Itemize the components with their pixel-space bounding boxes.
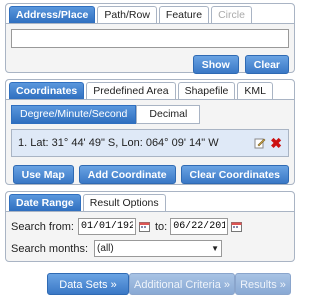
results-button[interactable]: Results »: [235, 273, 291, 295]
tab-result-options[interactable]: Result Options: [82, 194, 166, 211]
tab-shapefile[interactable]: Shapefile: [177, 82, 236, 99]
to-date-input[interactable]: [170, 218, 229, 235]
tab-circle: Circle: [211, 6, 252, 23]
add-coordinate-button[interactable]: Add Coordinate: [78, 165, 176, 184]
search-buttons: Show Clear: [11, 55, 289, 74]
coordinates-panel: Coordinates Predefined Area Shapefile KM…: [5, 79, 295, 185]
format-tabs: Degree/Minute/Second Decimal: [11, 105, 289, 124]
search-panel: Address/Place Path/Row Feature Circle Sh…: [5, 3, 295, 74]
tab-predefined-area[interactable]: Predefined Area: [86, 82, 176, 99]
coordinate-text: 1. Lat: 31° 44' 49" S, Lon: 064° 09' 14"…: [18, 137, 219, 149]
clear-button[interactable]: Clear: [244, 55, 289, 74]
use-map-button[interactable]: Use Map: [12, 165, 74, 184]
additional-criteria-button[interactable]: Additional Criteria »: [129, 273, 235, 295]
coordinate-buttons: Use Map Add Coordinate Clear Coordinates: [11, 165, 289, 184]
from-date-input[interactable]: [77, 218, 136, 235]
edit-icon[interactable]: [254, 137, 266, 149]
navigation-bar: Data Sets » Additional Criteria » Result…: [5, 271, 295, 297]
date-panel: Date Range Result Options Search from: t…: [5, 191, 295, 262]
tab-degree-minute-second[interactable]: Degree/Minute/Second: [11, 105, 137, 124]
calendar-icon[interactable]: [231, 221, 243, 232]
to-label: to:: [154, 220, 168, 233]
tab-path-row[interactable]: Path/Row: [97, 6, 157, 23]
search-tabs: Address/Place Path/Row Feature Circle: [6, 4, 294, 24]
clear-coordinates-button[interactable]: Clear Coordinates: [180, 165, 289, 184]
data-sets-button[interactable]: Data Sets »: [47, 273, 129, 295]
date-body: Search from: to:: [6, 212, 294, 261]
months-select[interactable]: (all) ▼: [94, 240, 223, 257]
months-row: Search months: (all) ▼: [11, 240, 289, 257]
delete-icon[interactable]: ✖: [270, 136, 282, 150]
tab-decimal[interactable]: Decimal: [136, 105, 201, 124]
months-select-value: (all): [97, 243, 114, 254]
search-body: Show Clear: [6, 24, 294, 79]
coordinates-body: Degree/Minute/Second Decimal 1. Lat: 31°…: [6, 100, 294, 189]
show-button[interactable]: Show: [192, 55, 239, 74]
address-input[interactable]: [11, 29, 289, 48]
search-months-label: Search months:: [11, 242, 89, 255]
chevron-down-icon: ▼: [211, 244, 220, 253]
coordinate-list-item[interactable]: 1. Lat: 31° 44' 49" S, Lon: 064° 09' 14"…: [11, 129, 289, 157]
tab-coordinates[interactable]: Coordinates: [9, 82, 85, 99]
date-range-row: Search from: to:: [11, 218, 289, 235]
coordinates-tabs: Coordinates Predefined Area Shapefile KM…: [6, 80, 294, 100]
date-tabs: Date Range Result Options: [6, 192, 294, 212]
tab-kml[interactable]: KML: [237, 82, 273, 99]
coordinate-actions: ✖: [254, 136, 282, 150]
tab-feature[interactable]: Feature: [158, 6, 210, 23]
search-from-label: Search from:: [11, 220, 74, 233]
tab-address-place[interactable]: Address/Place: [9, 6, 96, 23]
tab-date-range[interactable]: Date Range: [9, 194, 81, 211]
calendar-icon[interactable]: [138, 221, 150, 232]
